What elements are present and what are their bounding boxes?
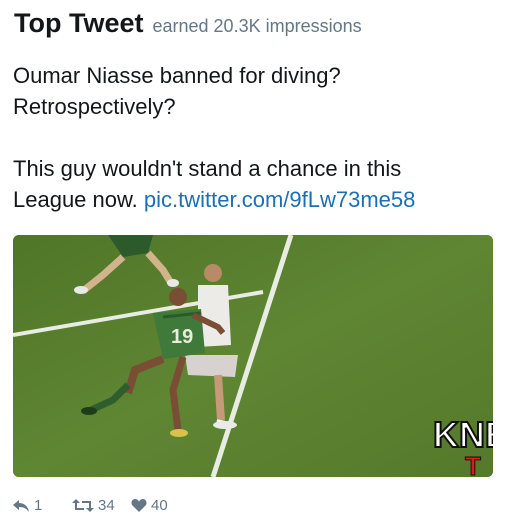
football-scene: 19 KNE T [13,235,493,477]
tweet-line-3: This guy wouldn't stand a chance in this [13,156,402,181]
tweet-header: Top Tweet earned 20.3K impressions [14,8,362,39]
tweet-media-link[interactable]: pic.twitter.com/9fLw73me58 [144,187,415,212]
tweet-line-1: Oumar Niasse banned for diving? [13,63,341,88]
reply-count: 1 [34,497,43,514]
tweet-actions: 1 34 40 [12,497,168,514]
tweet-line-4-text: League now. [13,187,144,212]
tweet-line-2: Retrospectively? [13,94,176,119]
watermark-text-bottom: T [465,451,481,477]
retweet-button[interactable]: 34 [72,497,131,514]
top-tweet-title: Top Tweet [14,8,144,38]
impressions-label: earned 20.3K impressions [152,16,362,36]
like-count: 40 [151,497,168,514]
reply-button[interactable]: 1 [12,497,72,514]
heart-icon [131,499,147,512]
like-button[interactable]: 40 [131,497,168,514]
jersey-number: 19 [171,326,193,348]
retweet-count: 34 [98,497,115,514]
retweet-icon [72,499,94,512]
tweet-line-4: League now. pic.twitter.com/9fLw73me58 [13,184,498,215]
watermark-text-top: KNE [433,414,493,455]
reply-icon [13,500,29,512]
tweet-media-image[interactable]: 19 KNE T [13,235,493,477]
tweet-text: Oumar Niasse banned for diving? Retrospe… [13,60,498,215]
